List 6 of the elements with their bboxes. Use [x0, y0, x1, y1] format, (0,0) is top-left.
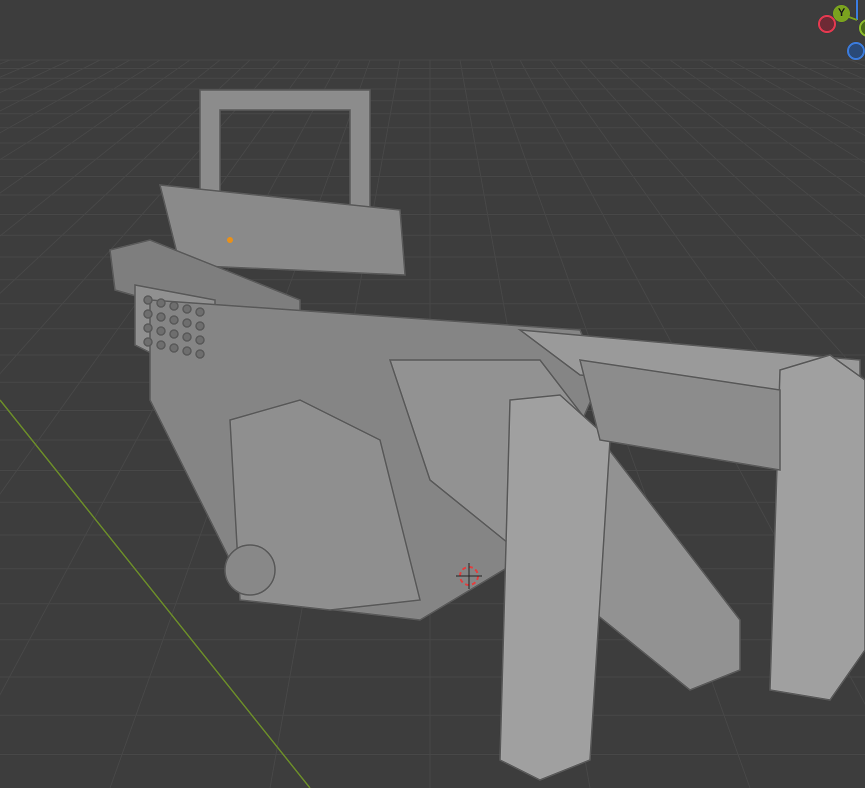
- x-axis-circle-icon[interactable]: [818, 15, 836, 33]
- origin-dot-icon: [227, 237, 233, 243]
- y-axis-button[interactable]: Y: [833, 5, 850, 22]
- z-axis-circle-icon[interactable]: [847, 42, 865, 60]
- z-axis-line: [856, 0, 858, 20]
- 3d-cursor-icon: [456, 562, 482, 590]
